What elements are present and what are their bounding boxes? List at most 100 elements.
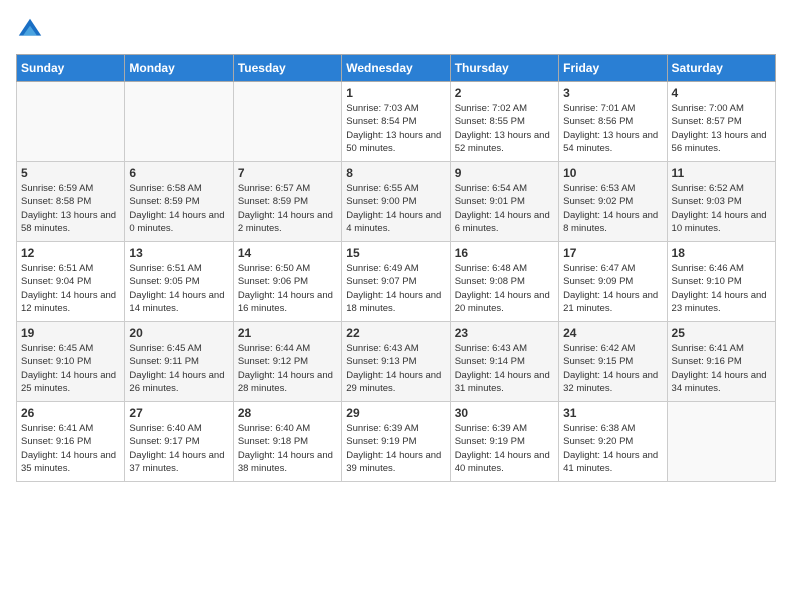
logo-icon bbox=[16, 16, 44, 44]
calendar-cell: 8 Sunrise: 6:55 AMSunset: 9:00 PMDaylight… bbox=[342, 162, 450, 242]
day-info: Sunrise: 7:01 AMSunset: 8:56 PMDaylight:… bbox=[563, 102, 662, 155]
weekday-header: Saturday bbox=[667, 55, 775, 82]
day-info: Sunrise: 6:45 AMSunset: 9:11 PMDaylight:… bbox=[129, 342, 228, 395]
day-number: 27 bbox=[129, 406, 228, 420]
day-number: 25 bbox=[672, 326, 771, 340]
day-number: 17 bbox=[563, 246, 662, 260]
calendar-cell: 4 Sunrise: 7:00 AMSunset: 8:57 PMDaylight… bbox=[667, 82, 775, 162]
logo bbox=[16, 16, 48, 44]
day-number: 31 bbox=[563, 406, 662, 420]
weekday-header: Monday bbox=[125, 55, 233, 82]
day-info: Sunrise: 6:39 AMSunset: 9:19 PMDaylight:… bbox=[455, 422, 554, 475]
day-info: Sunrise: 6:42 AMSunset: 9:15 PMDaylight:… bbox=[563, 342, 662, 395]
calendar-cell: 10 Sunrise: 6:53 AMSunset: 9:02 PMDayligh… bbox=[559, 162, 667, 242]
day-info: Sunrise: 6:47 AMSunset: 9:09 PMDaylight:… bbox=[563, 262, 662, 315]
calendar-cell: 5 Sunrise: 6:59 AMSunset: 8:58 PMDaylight… bbox=[17, 162, 125, 242]
day-info: Sunrise: 6:43 AMSunset: 9:14 PMDaylight:… bbox=[455, 342, 554, 395]
day-info: Sunrise: 6:46 AMSunset: 9:10 PMDaylight:… bbox=[672, 262, 771, 315]
day-number: 11 bbox=[672, 166, 771, 180]
day-info: Sunrise: 6:38 AMSunset: 9:20 PMDaylight:… bbox=[563, 422, 662, 475]
calendar-week-row: 26 Sunrise: 6:41 AMSunset: 9:16 PMDayligh… bbox=[17, 402, 776, 482]
day-info: Sunrise: 6:57 AMSunset: 8:59 PMDaylight:… bbox=[238, 182, 337, 235]
day-number: 2 bbox=[455, 86, 554, 100]
calendar-cell: 16 Sunrise: 6:48 AMSunset: 9:08 PMDayligh… bbox=[450, 242, 558, 322]
calendar-table: SundayMondayTuesdayWednesdayThursdayFrid… bbox=[16, 54, 776, 482]
day-info: Sunrise: 6:45 AMSunset: 9:10 PMDaylight:… bbox=[21, 342, 120, 395]
day-info: Sunrise: 6:54 AMSunset: 9:01 PMDaylight:… bbox=[455, 182, 554, 235]
day-number: 26 bbox=[21, 406, 120, 420]
calendar-cell: 30 Sunrise: 6:39 AMSunset: 9:19 PMDayligh… bbox=[450, 402, 558, 482]
day-number: 12 bbox=[21, 246, 120, 260]
day-info: Sunrise: 6:44 AMSunset: 9:12 PMDaylight:… bbox=[238, 342, 337, 395]
day-info: Sunrise: 6:58 AMSunset: 8:59 PMDaylight:… bbox=[129, 182, 228, 235]
calendar-cell: 24 Sunrise: 6:42 AMSunset: 9:15 PMDayligh… bbox=[559, 322, 667, 402]
day-info: Sunrise: 6:51 AMSunset: 9:04 PMDaylight:… bbox=[21, 262, 120, 315]
day-info: Sunrise: 6:48 AMSunset: 9:08 PMDaylight:… bbox=[455, 262, 554, 315]
calendar-cell: 19Sunrise: 6:45 AMSunset: 9:10 PMDayligh… bbox=[17, 322, 125, 402]
calendar-cell: 22 Sunrise: 6:43 AMSunset: 9:13 PMDayligh… bbox=[342, 322, 450, 402]
day-number: 18 bbox=[672, 246, 771, 260]
day-number: 22 bbox=[346, 326, 445, 340]
weekday-header: Tuesday bbox=[233, 55, 341, 82]
day-info: Sunrise: 7:00 AMSunset: 8:57 PMDaylight:… bbox=[672, 102, 771, 155]
day-info: Sunrise: 6:40 AMSunset: 9:18 PMDaylight:… bbox=[238, 422, 337, 475]
day-number: 8 bbox=[346, 166, 445, 180]
day-number: 15 bbox=[346, 246, 445, 260]
weekday-header: Sunday bbox=[17, 55, 125, 82]
day-info: Sunrise: 7:02 AMSunset: 8:55 PMDaylight:… bbox=[455, 102, 554, 155]
calendar-cell: 29Sunrise: 6:39 AMSunset: 9:19 PMDayligh… bbox=[342, 402, 450, 482]
calendar-cell: 12 Sunrise: 6:51 AMSunset: 9:04 PMDayligh… bbox=[17, 242, 125, 322]
day-number: 13 bbox=[129, 246, 228, 260]
day-number: 5 bbox=[21, 166, 120, 180]
calendar-week-row: 19Sunrise: 6:45 AMSunset: 9:10 PMDayligh… bbox=[17, 322, 776, 402]
calendar-cell: 7 Sunrise: 6:57 AMSunset: 8:59 PMDaylight… bbox=[233, 162, 341, 242]
day-number: 9 bbox=[455, 166, 554, 180]
day-number: 10 bbox=[563, 166, 662, 180]
calendar-cell: 9 Sunrise: 6:54 AMSunset: 9:01 PMDaylight… bbox=[450, 162, 558, 242]
calendar-cell: 2 Sunrise: 7:02 AMSunset: 8:55 PMDaylight… bbox=[450, 82, 558, 162]
calendar-cell: 14Sunrise: 6:50 AMSunset: 9:06 PMDayligh… bbox=[233, 242, 341, 322]
calendar-cell bbox=[125, 82, 233, 162]
calendar-cell: 1 Sunrise: 7:03 AMSunset: 8:54 PMDaylight… bbox=[342, 82, 450, 162]
calendar-cell: 23Sunrise: 6:43 AMSunset: 9:14 PMDayligh… bbox=[450, 322, 558, 402]
calendar-cell: 13Sunrise: 6:51 AMSunset: 9:05 PMDayligh… bbox=[125, 242, 233, 322]
calendar-cell: 11 Sunrise: 6:52 AMSunset: 9:03 PMDayligh… bbox=[667, 162, 775, 242]
day-info: Sunrise: 6:43 AMSunset: 9:13 PMDaylight:… bbox=[346, 342, 445, 395]
day-number: 24 bbox=[563, 326, 662, 340]
day-info: Sunrise: 6:53 AMSunset: 9:02 PMDaylight:… bbox=[563, 182, 662, 235]
page-header bbox=[16, 16, 776, 44]
day-number: 30 bbox=[455, 406, 554, 420]
calendar-cell: 21 Sunrise: 6:44 AMSunset: 9:12 PMDayligh… bbox=[233, 322, 341, 402]
calendar-week-row: 12 Sunrise: 6:51 AMSunset: 9:04 PMDayligh… bbox=[17, 242, 776, 322]
day-info: Sunrise: 7:03 AMSunset: 8:54 PMDaylight:… bbox=[346, 102, 445, 155]
day-number: 4 bbox=[672, 86, 771, 100]
day-number: 16 bbox=[455, 246, 554, 260]
weekday-header: Friday bbox=[559, 55, 667, 82]
calendar-cell: 18 Sunrise: 6:46 AMSunset: 9:10 PMDayligh… bbox=[667, 242, 775, 322]
day-info: Sunrise: 6:41 AMSunset: 9:16 PMDaylight:… bbox=[21, 422, 120, 475]
calendar-cell: 31 Sunrise: 6:38 AMSunset: 9:20 PMDayligh… bbox=[559, 402, 667, 482]
day-info: Sunrise: 6:59 AMSunset: 8:58 PMDaylight:… bbox=[21, 182, 120, 235]
day-info: Sunrise: 6:40 AMSunset: 9:17 PMDaylight:… bbox=[129, 422, 228, 475]
day-info: Sunrise: 6:55 AMSunset: 9:00 PMDaylight:… bbox=[346, 182, 445, 235]
calendar-cell: 28 Sunrise: 6:40 AMSunset: 9:18 PMDayligh… bbox=[233, 402, 341, 482]
day-number: 7 bbox=[238, 166, 337, 180]
day-info: Sunrise: 6:39 AMSunset: 9:19 PMDaylight:… bbox=[346, 422, 445, 475]
calendar-cell: 27 Sunrise: 6:40 AMSunset: 9:17 PMDayligh… bbox=[125, 402, 233, 482]
day-number: 1 bbox=[346, 86, 445, 100]
calendar-week-row: 5 Sunrise: 6:59 AMSunset: 8:58 PMDaylight… bbox=[17, 162, 776, 242]
day-number: 6 bbox=[129, 166, 228, 180]
calendar-cell: 6 Sunrise: 6:58 AMSunset: 8:59 PMDaylight… bbox=[125, 162, 233, 242]
day-number: 3 bbox=[563, 86, 662, 100]
day-info: Sunrise: 6:52 AMSunset: 9:03 PMDaylight:… bbox=[672, 182, 771, 235]
calendar-cell bbox=[17, 82, 125, 162]
day-number: 21 bbox=[238, 326, 337, 340]
calendar-cell: 25 Sunrise: 6:41 AMSunset: 9:16 PMDayligh… bbox=[667, 322, 775, 402]
day-info: Sunrise: 6:41 AMSunset: 9:16 PMDaylight:… bbox=[672, 342, 771, 395]
day-number: 28 bbox=[238, 406, 337, 420]
calendar-week-row: 1 Sunrise: 7:03 AMSunset: 8:54 PMDaylight… bbox=[17, 82, 776, 162]
calendar-cell: 15Sunrise: 6:49 AMSunset: 9:07 PMDayligh… bbox=[342, 242, 450, 322]
day-number: 14 bbox=[238, 246, 337, 260]
day-number: 20 bbox=[129, 326, 228, 340]
calendar-cell: 26 Sunrise: 6:41 AMSunset: 9:16 PMDayligh… bbox=[17, 402, 125, 482]
